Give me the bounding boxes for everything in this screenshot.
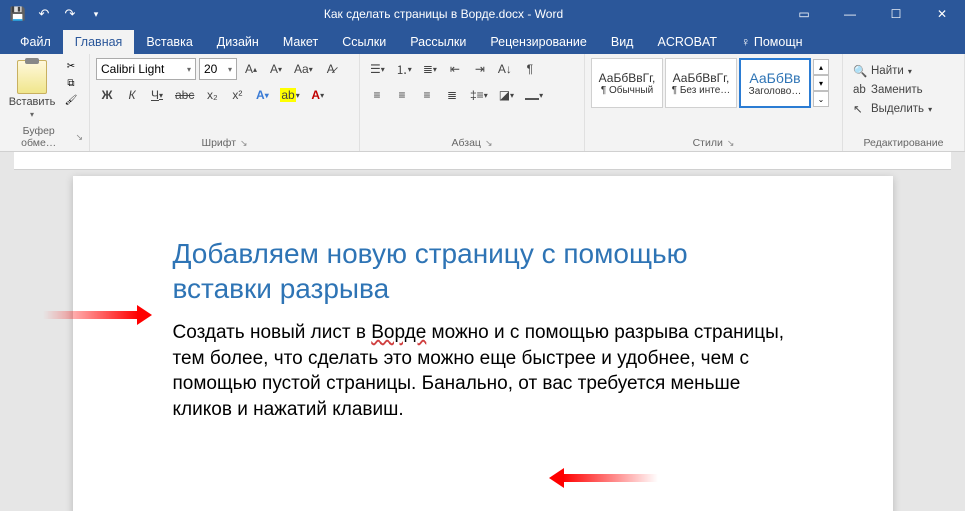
bullets-button[interactable]: ☰ ▾: [366, 58, 389, 80]
format-painter-icon[interactable]: 🖌: [61, 92, 81, 108]
ribbon-options-icon[interactable]: ▭: [781, 0, 827, 28]
numbering-button[interactable]: ⒈ ▾: [392, 58, 416, 80]
document-page[interactable]: Добавляем новую страницу с помощью встав…: [73, 176, 893, 511]
tab-view[interactable]: Вид: [599, 30, 646, 54]
dialog-launcher-icon[interactable]: ↘: [75, 132, 83, 143]
group-font: Calibri Light▾ 20▾ A▴ A▾ Aa ▾ A̷ Ж К Ч ▾…: [90, 54, 360, 151]
font-size-combo[interactable]: 20▾: [199, 58, 237, 80]
window-title: Как сделать страницы в Ворде.docx - Word: [106, 7, 781, 21]
tab-mailings[interactable]: Рассылки: [398, 30, 478, 54]
chevron-down-icon: ▾: [228, 65, 232, 74]
tab-acrobat[interactable]: ACROBAT: [645, 30, 729, 54]
dialog-launcher-icon[interactable]: ↘: [727, 138, 735, 149]
horizontal-ruler[interactable]: [14, 152, 951, 170]
dialog-launcher-icon[interactable]: ↘: [485, 138, 493, 149]
italic-button[interactable]: К: [121, 84, 143, 106]
title-bar: 💾 ↶ ↷ ▾ Как сделать страницы в Ворде.doc…: [0, 0, 965, 28]
group-label-font: Шрифт: [201, 137, 236, 149]
document-heading: Добавляем новую страницу с помощью встав…: [173, 236, 793, 306]
group-styles: АаБбВвГг, ¶ Обычный АаБбВвГг, ¶ Без инте…: [585, 54, 843, 151]
clipboard-icon: [17, 60, 47, 94]
borders-button[interactable]: ▾: [521, 84, 547, 106]
justify-button[interactable]: ≣: [441, 84, 463, 106]
group-editing: 🔍Найти ▾ abЗаменить ↖Выделить ▾ Редактир…: [843, 54, 965, 151]
font-name-combo[interactable]: Calibri Light▾: [96, 58, 196, 80]
dialog-launcher-icon[interactable]: ↘: [240, 138, 248, 149]
chevron-down-icon: ▾: [187, 65, 191, 74]
select-button[interactable]: ↖Выделить ▾: [849, 100, 958, 118]
show-marks-button[interactable]: ¶: [519, 58, 541, 80]
tab-tell-me[interactable]: ♀ Помощн: [729, 30, 815, 54]
paste-button[interactable]: Вставить ▾: [6, 58, 58, 121]
find-button[interactable]: 🔍Найти ▾: [849, 62, 958, 80]
align-left-button[interactable]: ≡: [366, 84, 388, 106]
strikethrough-button[interactable]: abc: [171, 84, 198, 106]
ribbon-tabs: Файл Главная Вставка Дизайн Макет Ссылки…: [0, 28, 965, 54]
highlight-button[interactable]: ab ▾: [276, 84, 303, 106]
group-label-styles: Стили: [693, 137, 723, 149]
close-icon[interactable]: ✕: [919, 0, 965, 28]
document-body: Создать новый лист в Ворде можно и с пом…: [173, 320, 793, 423]
change-case-button[interactable]: Aa ▾: [290, 58, 317, 80]
tab-design[interactable]: Дизайн: [205, 30, 271, 54]
style-nospacing[interactable]: АаБбВвГг, ¶ Без инте…: [665, 58, 737, 108]
copy-icon[interactable]: ⧉: [61, 75, 81, 91]
tab-home[interactable]: Главная: [63, 30, 135, 54]
chevron-down-icon: ▾: [30, 110, 34, 119]
window-controls: ▭ — ☐ ✕: [781, 0, 965, 28]
bold-button[interactable]: Ж: [96, 84, 118, 106]
cut-icon[interactable]: ✂: [61, 58, 81, 74]
tab-file[interactable]: Файл: [8, 30, 63, 54]
minimize-icon[interactable]: —: [827, 0, 873, 28]
superscript-button[interactable]: x²: [226, 84, 248, 106]
align-center-button[interactable]: ≡: [391, 84, 413, 106]
line-spacing-button[interactable]: ‡≡ ▾: [466, 84, 492, 106]
annotation-arrow-heading: [43, 311, 138, 319]
tab-insert[interactable]: Вставка: [134, 30, 204, 54]
save-icon[interactable]: 💾: [8, 4, 28, 24]
tab-layout[interactable]: Макет: [271, 30, 330, 54]
group-paragraph: ☰ ▾ ⒈ ▾ ≣ ▾ ⇤ ⇥ A↓ ¶ ≡ ≡ ≡ ≣ ‡≡ ▾ ◪ ▾ ▾ …: [360, 54, 585, 151]
shrink-font-button[interactable]: A▾: [265, 58, 287, 80]
shading-button[interactable]: ◪ ▾: [495, 84, 518, 106]
group-label-paragraph: Абзац: [451, 137, 480, 149]
styles-scroll-down-icon[interactable]: ▾: [813, 75, 829, 91]
subscript-button[interactable]: x₂: [201, 84, 223, 106]
cursor-icon: ↖: [853, 102, 867, 116]
increase-indent-button[interactable]: ⇥: [469, 58, 491, 80]
quick-access-toolbar: 💾 ↶ ↷ ▾: [0, 4, 106, 24]
style-heading1[interactable]: АаБбВв Заголово…: [739, 58, 811, 108]
underline-button[interactable]: Ч ▾: [146, 84, 168, 106]
replace-icon: ab: [853, 84, 867, 96]
multilevel-list-button[interactable]: ≣ ▾: [419, 58, 441, 80]
align-right-button[interactable]: ≡: [416, 84, 438, 106]
group-clipboard: Вставить ▾ ✂ ⧉ 🖌 Буфер обме… ↘: [0, 54, 90, 151]
annotation-arrow-body: [563, 474, 658, 482]
tab-review[interactable]: Рецензирование: [478, 30, 599, 54]
maximize-icon[interactable]: ☐: [873, 0, 919, 28]
sort-button[interactable]: A↓: [494, 58, 516, 80]
style-normal[interactable]: АаБбВвГг, ¶ Обычный: [591, 58, 663, 108]
group-label-clipboard: Буфер обме…: [6, 125, 71, 149]
text-effects-button[interactable]: A ▾: [251, 84, 273, 106]
clear-formatting-button[interactable]: A̷: [320, 58, 342, 80]
tab-references[interactable]: Ссылки: [330, 30, 398, 54]
group-label-editing: Редактирование: [864, 137, 944, 149]
undo-icon[interactable]: ↶: [34, 4, 54, 24]
styles-scroll-up-icon[interactable]: ▴: [813, 59, 829, 75]
font-color-button[interactable]: A ▾: [307, 84, 329, 106]
search-icon: 🔍: [853, 64, 867, 78]
ribbon: Вставить ▾ ✂ ⧉ 🖌 Буфер обме… ↘ Calibri Li…: [0, 54, 965, 152]
spellcheck-underline: Ворде: [371, 322, 426, 343]
replace-button[interactable]: abЗаменить: [849, 82, 958, 98]
styles-expand-icon[interactable]: ⌄: [813, 91, 829, 107]
decrease-indent-button[interactable]: ⇤: [444, 58, 466, 80]
redo-icon[interactable]: ↷: [60, 4, 80, 24]
qat-dropdown-icon[interactable]: ▾: [86, 4, 106, 24]
document-area: Добавляем новую страницу с помощью встав…: [0, 152, 965, 511]
grow-font-button[interactable]: A▴: [240, 58, 262, 80]
